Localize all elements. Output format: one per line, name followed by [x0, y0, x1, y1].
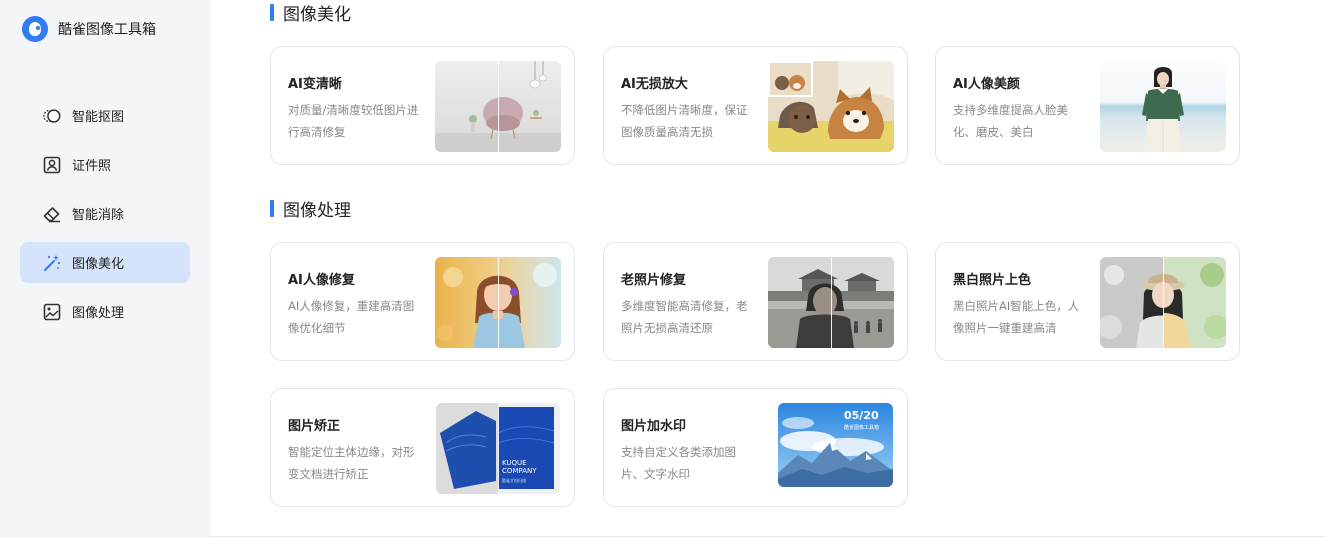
card-description: 黑白照片AI智能上色，人像照片一键重建高清: [953, 299, 1080, 335]
card-description: AI人像修复，重建高清图像优化细节: [288, 299, 415, 335]
app-name: 酷雀图像工具箱: [58, 22, 156, 38]
compare-divider: [498, 403, 499, 494]
card-description: 支持自定义各类添加图片、文字水印: [621, 445, 736, 481]
correction-thumb-text-3: 酷雀文档扫描: [502, 477, 526, 483]
correction-thumb-text-2: COMPANY: [502, 467, 537, 475]
sidebar-item-beautify[interactable]: 图像美化: [20, 242, 190, 283]
sidebar: 酷雀图像工具箱 智能抠图 证件照 智能消除 图像美化 图像处理: [0, 0, 211, 538]
compare-divider: [1163, 257, 1164, 348]
watermark-date-text: 05/20: [844, 409, 879, 422]
section-title-beautify: 图像美化: [270, 0, 351, 25]
tool-card-ai-portrait-restore[interactable]: AI人像修复 AI人像修复，重建高清图像优化细节: [270, 242, 575, 361]
sidebar-item-id-photo[interactable]: 证件照: [20, 144, 190, 185]
eraser-icon: [42, 204, 62, 224]
card-title: AI变清晰: [288, 77, 342, 92]
cutout-icon: [42, 106, 62, 126]
card-description: 不降低图片清晰度，保证图像质量高清无损: [621, 103, 748, 139]
watermark-sub-text: 酷雀图像工具箱: [844, 424, 879, 431]
main-content: 图像美化 AI变清晰 对质量/清晰度较低图片进行高清修复 AI无损放大 不降低图…: [211, 0, 1326, 538]
tool-card-old-photo-restore[interactable]: 老照片修复 多维度智能高清修复，老照片无损高清还原: [603, 242, 908, 361]
card-description: 智能定位主体边缘，对形变文档进行矫正: [288, 445, 415, 481]
sidebar-item-erase[interactable]: 智能消除: [20, 193, 190, 234]
image-process-icon: [42, 302, 62, 322]
tool-card-image-correction[interactable]: 图片矫正 智能定位主体边缘，对形变文档进行矫正 KUQUE COMPANY 酷雀…: [270, 388, 575, 507]
compare-divider: [831, 257, 832, 348]
card-title: AI无损放大: [621, 77, 688, 92]
card-description: 对质量/清晰度较低图片进行高清修复: [288, 103, 419, 139]
tool-card-watermark[interactable]: 图片加水印 支持自定义各类添加图片、文字水印 05/20 酷雀图像工具箱: [603, 388, 908, 507]
thumbnail-upscale: [768, 61, 894, 152]
sidebar-item-label: 图像处理: [72, 306, 125, 321]
compare-divider: [498, 257, 499, 348]
brand[interactable]: 酷雀图像工具箱: [22, 16, 156, 42]
card-description: 支持多维度提高人脸美化、磨皮、美白: [953, 103, 1068, 139]
sidebar-item-label: 智能抠图: [72, 110, 125, 125]
tool-card-ai-upscale[interactable]: AI无损放大 不降低图片清晰度，保证图像质量高清无损: [603, 46, 908, 165]
sidebar-item-cutout[interactable]: 智能抠图: [20, 95, 190, 136]
sidebar-item-label: 证件照: [72, 159, 112, 174]
section-title-text: 图像处理: [283, 201, 351, 221]
sidebar-item-process[interactable]: 图像处理: [20, 291, 190, 332]
thumbnail-watermark: 05/20 酷雀图像工具箱: [778, 403, 893, 487]
app-logo-icon: [22, 16, 48, 42]
tool-card-colorize[interactable]: 黑白照片上色 黑白照片AI智能上色，人像照片一键重建高清: [935, 242, 1240, 361]
section-title-text: 图像美化: [283, 5, 351, 25]
card-title: 黑白照片上色: [953, 273, 1032, 288]
sidebar-nav: 智能抠图 证件照 智能消除 图像美化 图像处理: [20, 95, 190, 340]
thumbnail-old-photo: [768, 257, 894, 348]
magic-wand-icon: [42, 253, 62, 273]
section-accent-bar: [270, 4, 274, 21]
thumbnail-portrait-restore: [435, 257, 561, 348]
card-title: AI人像修复: [288, 273, 355, 288]
card-title: 老照片修复: [621, 273, 687, 288]
card-title: AI人像美颜: [953, 77, 1020, 92]
bottom-divider: [211, 536, 1326, 537]
thumbnail-sharpen: [435, 61, 561, 152]
section-accent-bar: [270, 200, 274, 217]
sidebar-item-label: 图像美化: [72, 257, 125, 272]
thumbnail-portrait-beauty: [1100, 61, 1226, 152]
card-title: 图片矫正: [288, 419, 341, 434]
correction-thumb-text-1: KUQUE: [502, 459, 527, 467]
card-description: 多维度智能高清修复，老照片无损高清还原: [621, 299, 748, 335]
tool-card-ai-sharpen[interactable]: AI变清晰 对质量/清晰度较低图片进行高清修复: [270, 46, 575, 165]
compare-divider: [498, 61, 499, 152]
tool-card-ai-portrait-beauty[interactable]: AI人像美颜 支持多维度提高人脸美化、磨皮、美白: [935, 46, 1240, 165]
id-photo-icon: [42, 155, 62, 175]
card-title: 图片加水印: [621, 419, 687, 434]
sidebar-item-label: 智能消除: [72, 208, 125, 223]
thumbnail-colorize: [1100, 257, 1226, 348]
thumbnail-correction: KUQUE COMPANY 酷雀文档扫描: [436, 403, 560, 494]
section-title-process: 图像处理: [270, 196, 351, 221]
